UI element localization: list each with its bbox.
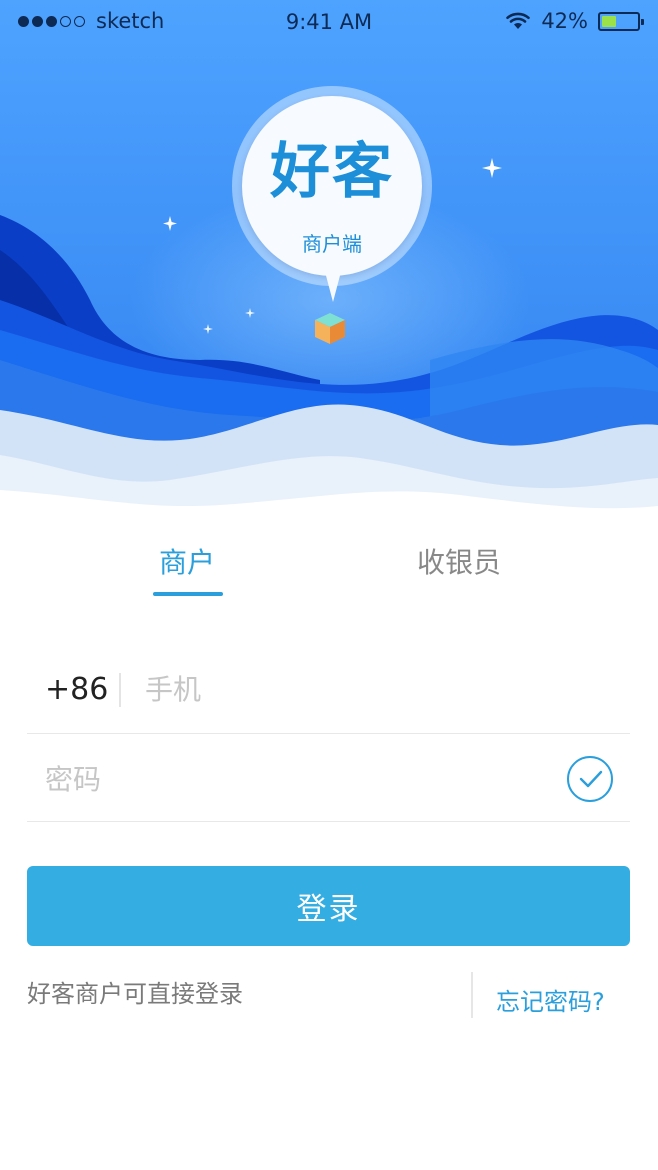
password-field bbox=[27, 736, 630, 822]
wifi-icon bbox=[506, 12, 531, 29]
check-circle-icon bbox=[579, 770, 603, 788]
hero-banner: sketch 9:41 AM 42% 好客 商户端 bbox=[0, 0, 658, 540]
battery-icon bbox=[598, 11, 644, 31]
logo-title: 好客 bbox=[270, 137, 394, 207]
tab-cashier[interactable]: 收银员 bbox=[379, 541, 539, 581]
login-button[interactable]: 登录 bbox=[27, 866, 630, 946]
password-input[interactable] bbox=[45, 758, 545, 800]
role-tabs: 商户 收银员 bbox=[0, 535, 658, 605]
phone-input[interactable] bbox=[145, 668, 585, 710]
battery-percent: 42% bbox=[541, 9, 588, 33]
logo-pin-tail bbox=[324, 268, 342, 302]
password-toggle-button[interactable] bbox=[567, 756, 613, 802]
tab-merchant[interactable]: 商户 bbox=[107, 541, 267, 581]
status-bar: sketch 9:41 AM 42% bbox=[0, 0, 658, 44]
country-code-selector[interactable]: +86 bbox=[45, 672, 108, 707]
footer-divider bbox=[471, 972, 473, 1018]
logo-subtitle: 商户端 bbox=[302, 232, 362, 256]
login-hint: 好客商户可直接登录 bbox=[27, 980, 243, 1008]
cube-icon bbox=[315, 313, 345, 344]
field-divider bbox=[119, 673, 121, 707]
forgot-password-link[interactable]: 忘记密码? bbox=[496, 982, 605, 1017]
phone-field: +86 bbox=[27, 648, 630, 734]
active-tab-indicator bbox=[153, 592, 223, 596]
